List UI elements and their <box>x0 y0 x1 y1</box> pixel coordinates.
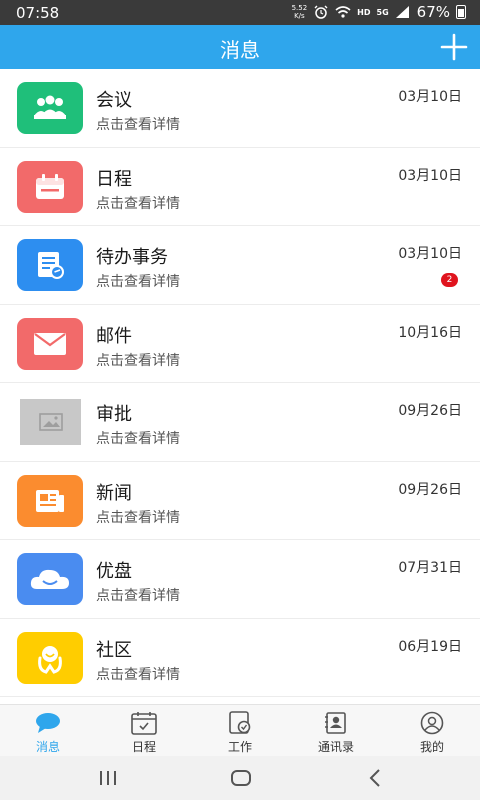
system-nav-bar <box>0 756 480 800</box>
item-subtitle: 点击查看详情 <box>96 352 180 369</box>
item-subtitle: 点击查看详情 <box>96 588 180 604</box>
list-item-mail[interactable]: 邮件 点击查看详情 10月16日 <box>0 305 480 383</box>
unread-badge: 2 <box>441 273 458 287</box>
tab-label: 工作 <box>227 740 252 754</box>
hd-label: HD <box>357 7 371 17</box>
tab-label: 消息 <box>35 740 60 754</box>
item-subtitle: 点击查看详情 <box>96 431 180 447</box>
tab-contacts[interactable]: 通讯录 <box>288 705 384 756</box>
alarm-icon <box>314 5 328 19</box>
back-icon[interactable] <box>364 766 388 790</box>
item-title: 待办事务 <box>96 247 168 268</box>
tab-profile[interactable]: 我的 <box>384 705 480 756</box>
news-icon <box>17 474 83 527</box>
item-subtitle: 点击查看详情 <box>96 666 180 683</box>
message-list: 会议 点击查看详情 03月10日 日程 点击查看详情 03月10日 待办事务 点… <box>0 69 480 697</box>
image-placeholder-icon <box>20 399 81 445</box>
cloud-icon <box>17 553 83 605</box>
add-icon[interactable] <box>438 31 470 63</box>
item-date: 03月10日 <box>398 246 462 262</box>
item-title: 会议 <box>96 90 132 111</box>
tab-work[interactable]: 工作 <box>192 705 288 756</box>
calendar-icon <box>131 712 157 735</box>
list-item-meeting[interactable]: 会议 点击查看详情 03月10日 <box>0 69 480 148</box>
item-date: 03月10日 <box>398 167 462 184</box>
status-time: 07:58 <box>16 4 60 22</box>
signal-icon <box>395 6 409 18</box>
page-title: 消息 <box>220 38 260 62</box>
profile-icon <box>420 711 444 735</box>
tab-messages[interactable]: 消息 <box>0 705 96 756</box>
wifi-icon <box>335 6 351 18</box>
list-item-community[interactable]: 社区 点击查看详情 06月19日 <box>0 619 480 697</box>
item-subtitle: 点击查看详情 <box>96 274 180 290</box>
item-date: 03月10日 <box>398 89 462 105</box>
tab-label: 日程 <box>131 740 156 754</box>
community-icon <box>17 631 83 684</box>
battery-icon <box>456 5 466 19</box>
bottom-tab-bar: 消息 日程 工作 通讯录 我的 <box>0 704 480 756</box>
list-item-schedule[interactable]: 日程 点击查看详情 03月10日 <box>0 148 480 226</box>
list-item-approval[interactable]: 审批 点击查看详情 09月26日 <box>0 383 480 462</box>
item-subtitle: 点击查看详情 <box>96 509 180 526</box>
item-date: 06月19日 <box>398 638 462 655</box>
tab-schedule[interactable]: 日程 <box>96 705 192 756</box>
list-item-todo[interactable]: 待办事务 点击查看详情 03月10日 2 <box>0 226 480 305</box>
item-title: 优盘 <box>96 561 132 582</box>
tab-label: 通讯录 <box>317 740 354 754</box>
item-title: 邮件 <box>96 325 132 347</box>
item-title: 新闻 <box>96 482 132 504</box>
item-title: 审批 <box>96 404 132 425</box>
list-item-udisk[interactable]: 优盘 点击查看详情 07月31日 <box>0 540 480 619</box>
contacts-icon <box>325 712 346 734</box>
chat-icon <box>36 713 60 733</box>
app-header: 消息 <box>0 25 480 69</box>
meeting-icon <box>17 82 83 134</box>
home-icon[interactable] <box>229 766 253 790</box>
item-subtitle: 点击查看详情 <box>96 195 180 212</box>
tab-label: 我的 <box>419 740 444 754</box>
signal-label: 5G <box>376 7 389 17</box>
work-icon <box>229 711 251 734</box>
mail-icon <box>17 317 83 370</box>
status-icons: 5.52 K/s HD 5G 67% <box>292 3 466 21</box>
item-date: 10月16日 <box>398 324 462 341</box>
item-subtitle: 点击查看详情 <box>96 117 180 133</box>
battery-percent: 67% <box>416 3 450 21</box>
item-date: 09月26日 <box>398 403 462 419</box>
list-item-news[interactable]: 新闻 点击查看详情 09月26日 <box>0 462 480 540</box>
status-bar: 07:58 5.52 K/s HD 5G 67% <box>0 0 480 25</box>
todo-icon <box>17 239 83 291</box>
item-title: 社区 <box>96 639 132 661</box>
item-title: 日程 <box>96 168 132 190</box>
network-speed: 5.52 K/s <box>291 4 308 20</box>
item-date: 09月26日 <box>398 481 462 498</box>
item-date: 07月31日 <box>398 560 462 576</box>
calendar-icon <box>17 160 83 213</box>
recent-apps-icon[interactable] <box>96 766 120 790</box>
